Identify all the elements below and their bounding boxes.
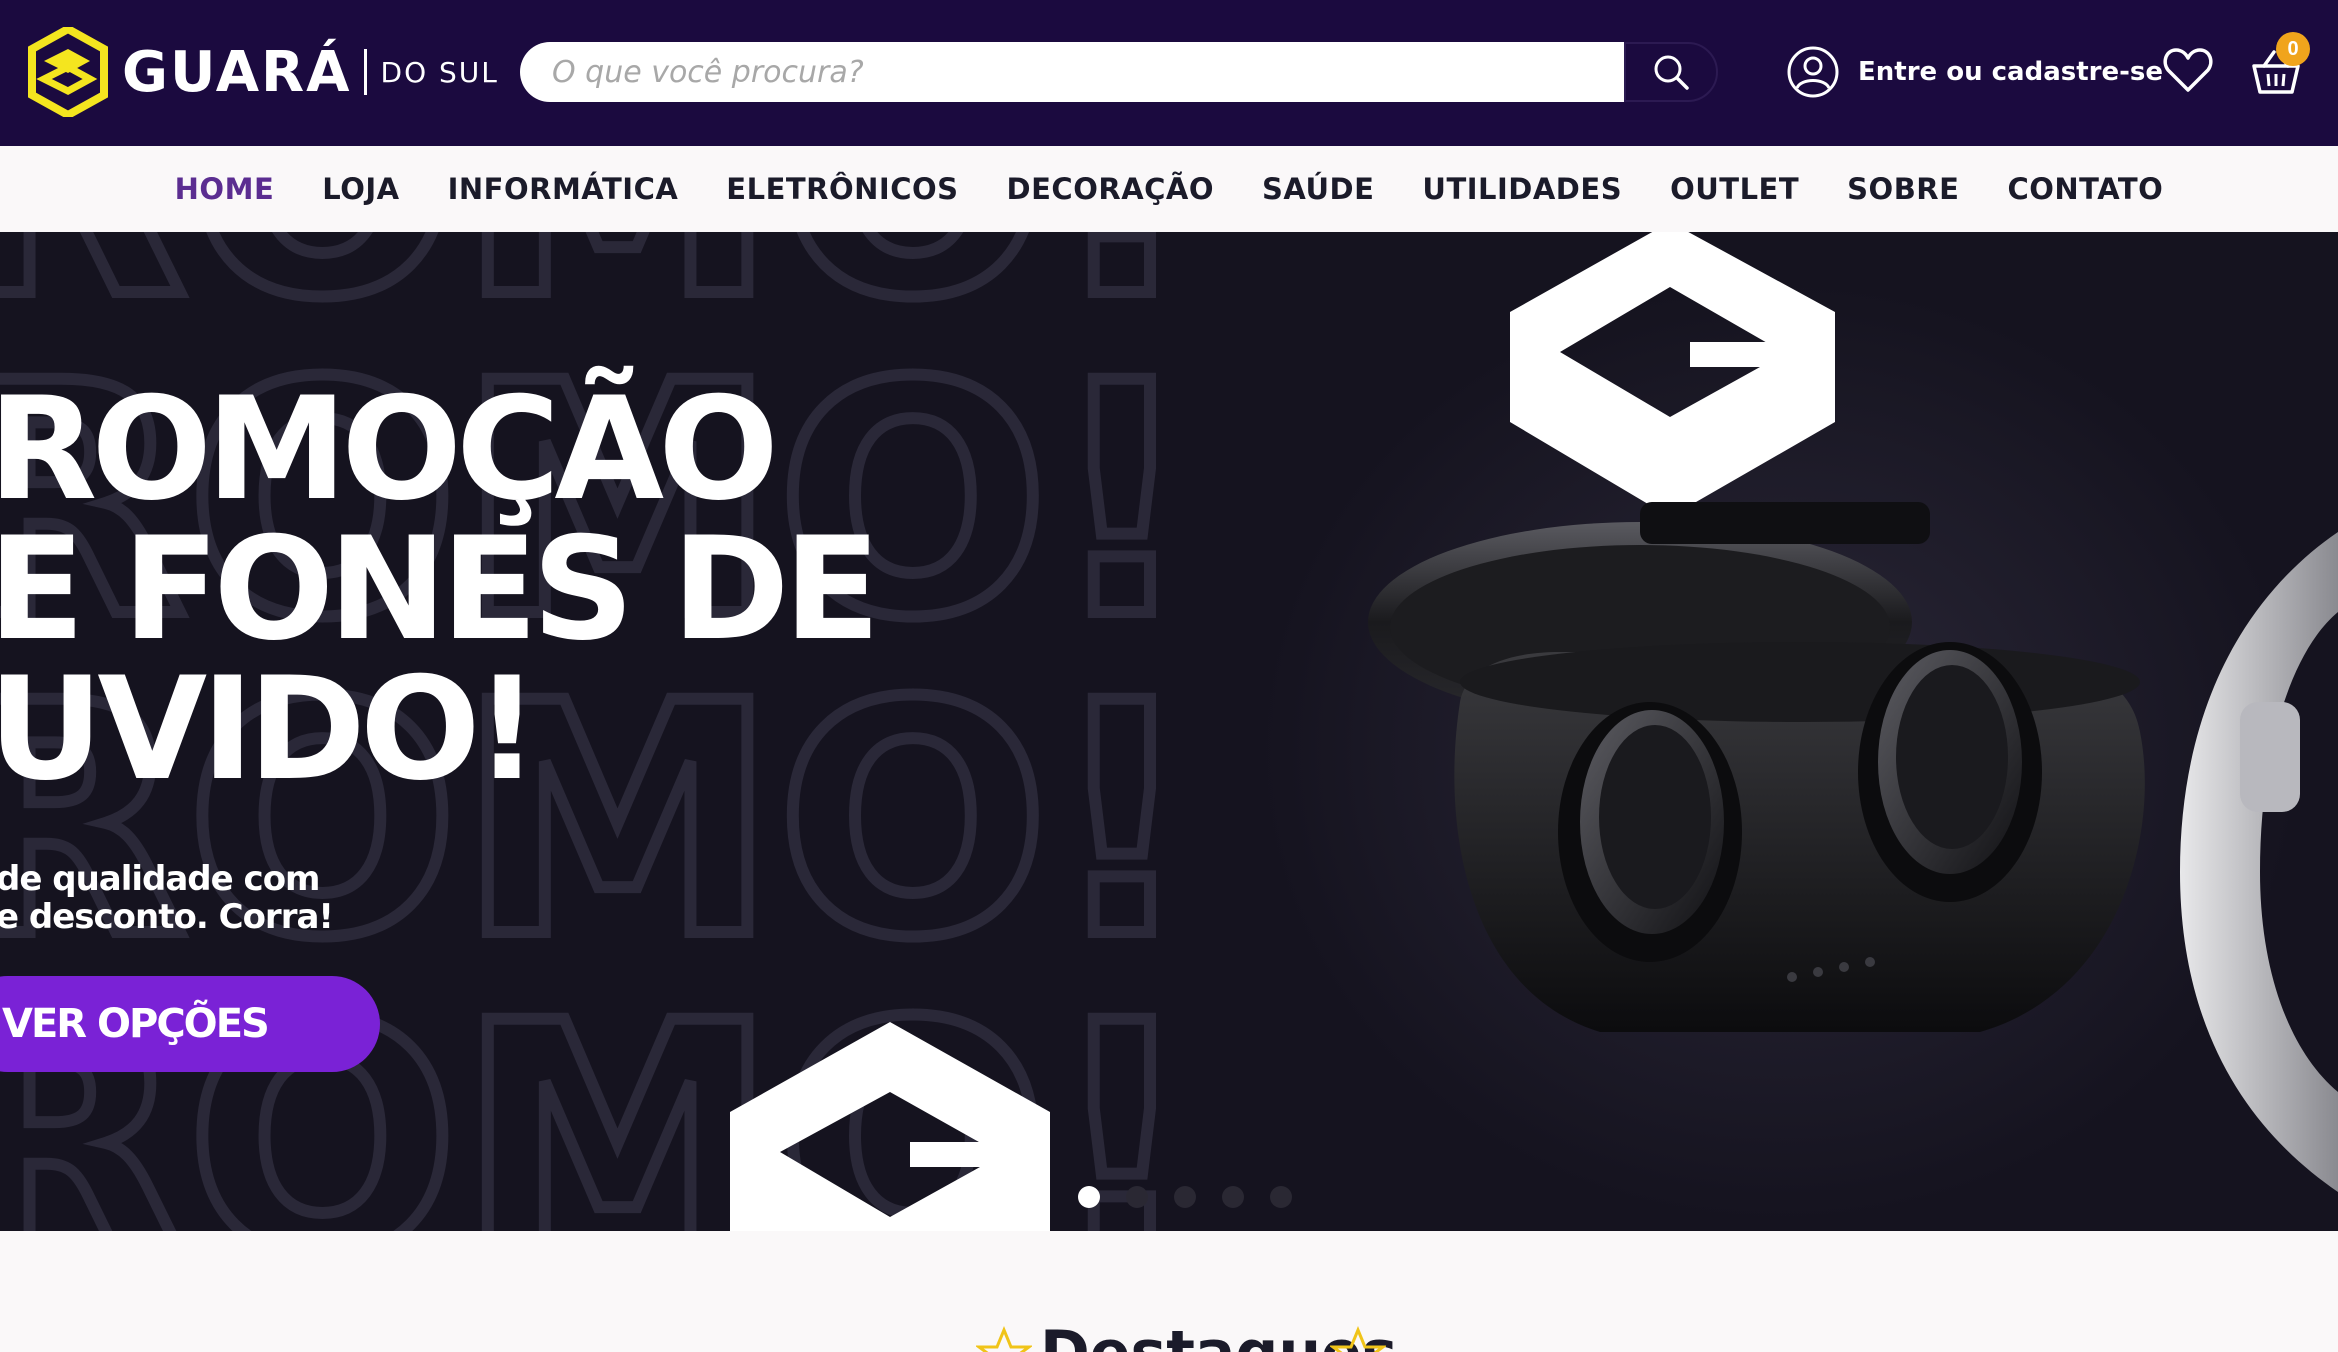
- hero-subtitle: de qualidade com e desconto. Corra!: [0, 859, 334, 937]
- carousel-dot-4[interactable]: [1222, 1186, 1244, 1208]
- heart-icon[interactable]: [2160, 42, 2216, 98]
- brand-subtitle: DO SUL: [380, 55, 499, 89]
- nav-item-home[interactable]: HOME: [175, 172, 275, 206]
- carousel-dot-3[interactable]: [1174, 1186, 1196, 1208]
- nav-item-eletronicos[interactable]: ELETRÔNICOS: [726, 172, 958, 206]
- logo-mark-icon: [28, 27, 108, 117]
- search-bar: [520, 42, 1718, 102]
- account-label: Entre ou cadastre-se: [1858, 57, 2164, 87]
- top-header: GUARÁ DO SUL Entre ou cadastre-se 0: [0, 0, 2338, 146]
- see-options-button[interactable]: VER OPÇÕES: [0, 976, 380, 1072]
- nav-item-saude[interactable]: SAÚDE: [1262, 172, 1374, 206]
- hero-title-line-2: E FONES DE: [0, 507, 881, 672]
- star-icon: [1330, 1326, 1386, 1352]
- carousel-dot-1[interactable]: [1078, 1186, 1100, 1208]
- nav-item-sobre[interactable]: SOBRE: [1847, 172, 1959, 206]
- hero-subtitle-line-2: e desconto. Corra!: [0, 897, 334, 937]
- star-icon: [976, 1326, 1032, 1352]
- hero-subtitle-line-1: de qualidade com: [0, 859, 320, 899]
- carousel-dot-5[interactable]: [1270, 1186, 1292, 1208]
- hero-banner[interactable]: ROMO! ROMO! ROMO! ROMO!: [0, 232, 2338, 1231]
- nav-item-decoracao[interactable]: DECORAÇÃO: [1007, 172, 1214, 206]
- cart-count-badge: 0: [2276, 32, 2310, 66]
- hero-title-line-3: UVIDO!: [0, 647, 539, 812]
- user-icon: [1787, 46, 1839, 98]
- nav-item-informatica[interactable]: INFORMÁTICA: [448, 172, 679, 206]
- brand-name: GUARÁ: [122, 39, 352, 105]
- nav-item-utilidades[interactable]: UTILIDADES: [1422, 172, 1622, 206]
- nav-item-loja[interactable]: LOJA: [322, 172, 399, 206]
- nav-item-contato[interactable]: CONTATO: [2007, 172, 2163, 206]
- nav-item-outlet[interactable]: OUTLET: [1670, 172, 1799, 206]
- search-input[interactable]: [520, 42, 1624, 102]
- search-button[interactable]: [1624, 42, 1718, 102]
- carousel-dots: [1078, 1186, 1292, 1208]
- account-link[interactable]: Entre ou cadastre-se: [1786, 42, 2163, 102]
- brand-divider: [363, 49, 367, 95]
- hero-title: ROMOÇÃO E FONES DE UVIDO!: [0, 367, 881, 812]
- main-nav: HOME LOJA INFORMÁTICA ELETRÔNICOS DECORA…: [0, 146, 2338, 232]
- search-icon: [1654, 55, 1689, 90]
- brand-logo[interactable]: GUARÁ DO SUL: [28, 26, 499, 118]
- hero-title-line-1: ROMOÇÃO: [0, 367, 779, 532]
- carousel-dot-2[interactable]: [1126, 1186, 1148, 1208]
